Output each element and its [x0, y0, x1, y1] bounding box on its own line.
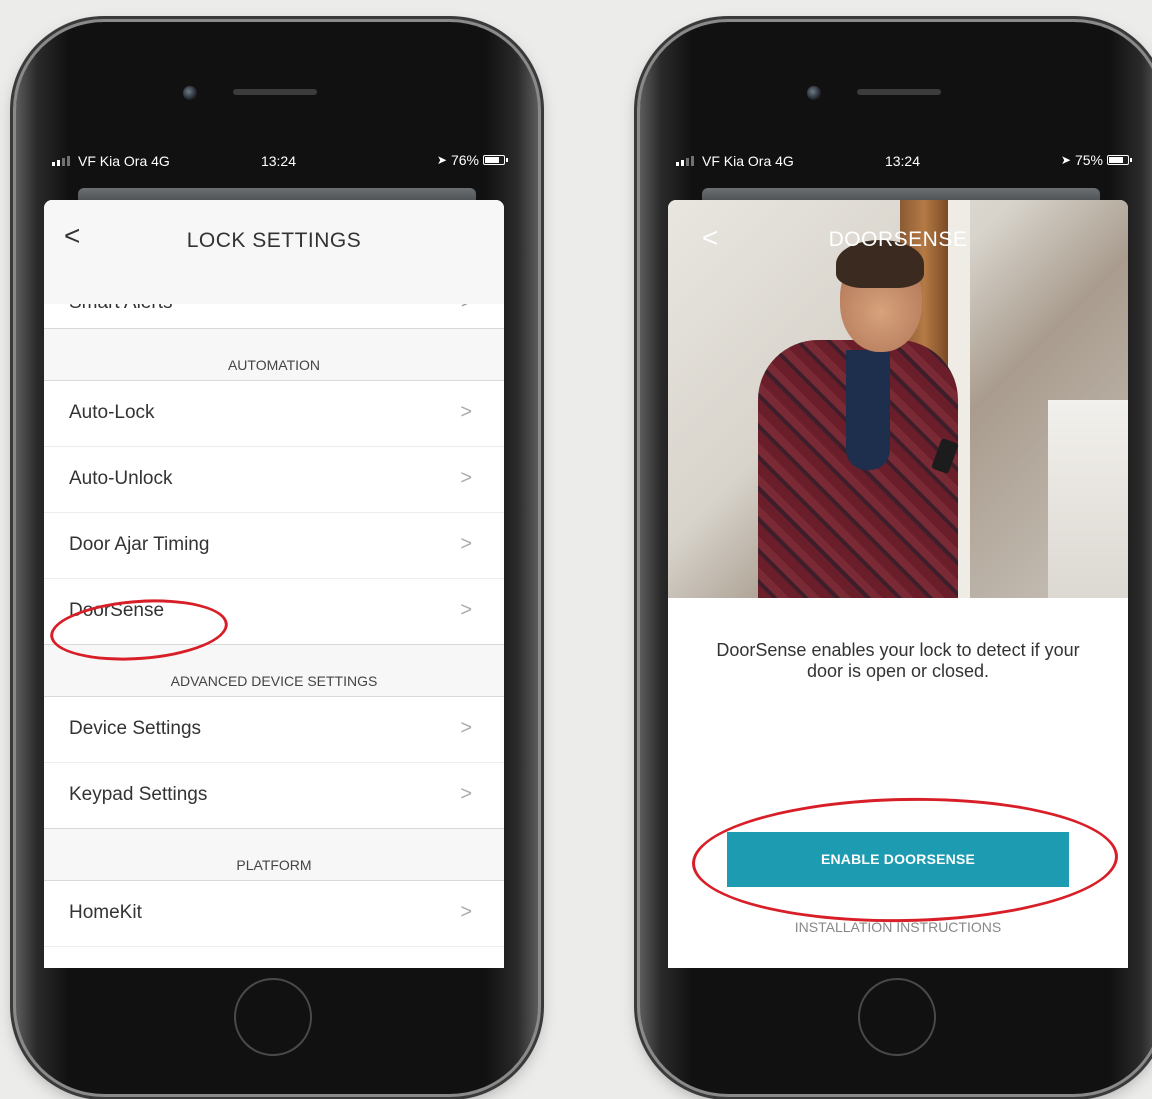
- row-label: Smart Alerts: [69, 304, 172, 314]
- right-phone: VF Kia Ora 4G 13:24 ➤ 75% < DOORSENSE Do…: [640, 22, 1152, 1094]
- section-header-automation: AUTOMATION: [44, 329, 504, 381]
- status-bar: VF Kia Ora 4G 13:24 ➤ 75%: [670, 148, 1135, 178]
- chevron-right-icon: >: [461, 304, 472, 314]
- settings-row-doorsense[interactable]: DoorSense >: [44, 579, 504, 645]
- doorsense-screen: < DOORSENSE DoorSense enables your lock …: [668, 200, 1128, 968]
- speaker-grille: [857, 89, 941, 95]
- settings-row-door-ajar-timing[interactable]: Door Ajar Timing >: [44, 513, 504, 579]
- camera-icon: [183, 86, 197, 100]
- page-title: LOCK SETTINGS: [186, 229, 362, 252]
- chevron-right-icon: >: [460, 783, 472, 805]
- settings-row-device-settings[interactable]: Device Settings >: [44, 697, 504, 763]
- location-arrow-icon: ➤: [436, 153, 447, 167]
- row-label: Device Settings: [69, 718, 202, 739]
- row-label: Auto-Lock: [69, 402, 155, 423]
- chevron-right-icon: >: [460, 717, 472, 739]
- hero-photo: < DOORSENSE: [668, 200, 1128, 598]
- battery-percent: 76%: [450, 152, 479, 168]
- enable-doorsense-button[interactable]: ENABLE DOORSENSE: [727, 832, 1069, 887]
- camera-icon: [807, 86, 821, 100]
- home-button[interactable]: [234, 978, 312, 1056]
- row-label: DoorSense: [69, 600, 165, 621]
- row-label: Keypad Settings: [69, 784, 208, 805]
- nav-bar: < LOCK SETTINGS: [44, 200, 504, 308]
- battery-percent: 75%: [1074, 152, 1103, 168]
- battery-icon: [483, 155, 508, 165]
- status-bar: VF Kia Ora 4G 13:24 ➤ 76%: [46, 148, 511, 178]
- page-title: DOORSENSE: [828, 228, 968, 251]
- speaker-grille: [233, 89, 317, 95]
- section-header-platform: PLATFORM: [44, 829, 504, 881]
- man-shirt: [846, 350, 890, 470]
- lock-settings-screen: < LOCK SETTINGS Smart Alerts > AUTOMATIO…: [44, 200, 504, 968]
- left-phone: VF Kia Ora 4G 13:24 ➤ 76% < LOCK SETTING…: [16, 22, 538, 1094]
- chevron-right-icon: >: [460, 467, 472, 489]
- settings-row-keypad-settings[interactable]: Keypad Settings >: [44, 763, 504, 829]
- chevron-right-icon: >: [460, 401, 472, 423]
- home-button[interactable]: [858, 978, 936, 1056]
- row-label: HomeKit: [69, 902, 142, 923]
- settings-row-auto-unlock[interactable]: Auto-Unlock >: [44, 447, 504, 513]
- kitchen-background: [1048, 400, 1128, 598]
- settings-row-smart-alerts[interactable]: Smart Alerts >: [44, 304, 504, 329]
- section-header-advanced: ADVANCED DEVICE SETTINGS: [44, 645, 504, 697]
- chevron-right-icon: >: [460, 533, 472, 555]
- location-arrow-icon: ➤: [1060, 153, 1071, 167]
- installation-instructions-link[interactable]: INSTALLATION INSTRUCTIONS: [668, 919, 1128, 935]
- chevron-right-icon: >: [460, 599, 472, 621]
- row-label: Door Ajar Timing: [69, 534, 210, 555]
- settings-row-homekit[interactable]: HomeKit >: [44, 881, 504, 947]
- battery-icon: [1107, 155, 1132, 165]
- chevron-right-icon: >: [460, 901, 472, 923]
- settings-row-auto-lock[interactable]: Auto-Lock >: [44, 381, 504, 447]
- doorsense-description: DoorSense enables your lock to detect if…: [716, 640, 1080, 681]
- row-label: Auto-Unlock: [69, 468, 173, 489]
